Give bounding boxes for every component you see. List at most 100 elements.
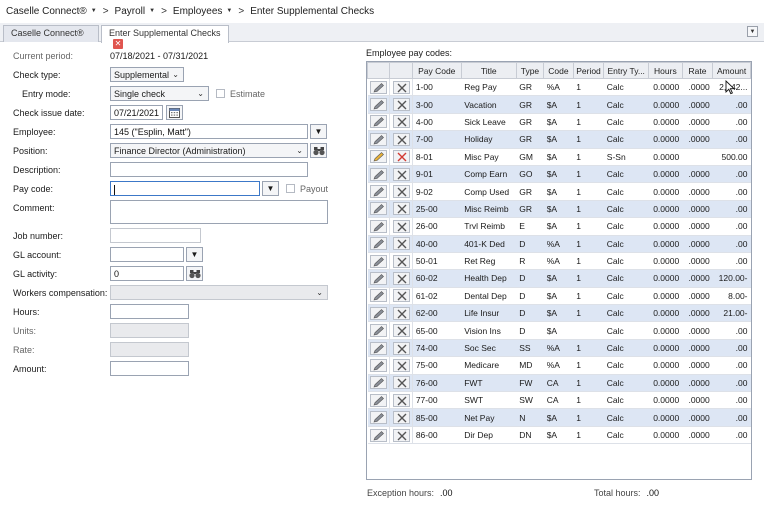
delete-x-icon[interactable] [392,132,410,146]
cell-title[interactable]: Dental Dep [461,287,517,306]
tab-list-dropdown-icon[interactable]: ▼ [747,26,758,37]
cell-period[interactable]: 1 [573,130,604,149]
cell-entry-type[interactable]: Calc [603,113,649,132]
cell-entry-type[interactable]: Calc [603,391,649,410]
delete-x-icon[interactable] [392,289,410,303]
cell-code[interactable]: $A [543,113,574,132]
cell-hours[interactable]: 0.0000 [648,148,683,166]
pencil-icon[interactable] [369,115,387,129]
workers-comp-select[interactable]: ⌄ [110,285,328,300]
pencil-icon[interactable] [369,202,387,216]
cell-rate[interactable]: .0000 [682,200,713,219]
cell-entry-type[interactable]: Calc [603,304,649,323]
chevron-down-icon[interactable]: ▼ [91,8,97,14]
cell-entry-type[interactable]: Calc [603,165,649,184]
cell-pay-code[interactable]: 65-00 [412,321,462,340]
pencil-icon[interactable] [369,306,387,320]
binoculars-icon[interactable] [310,143,327,158]
table-row[interactable]: 85-00 Net Pay N $A 1 Calc 0.0000.0000.00 [367,408,751,427]
cell-amount[interactable]: .00 [712,356,751,375]
cell-rate[interactable]: .0000 [682,426,713,445]
cell-entry-type[interactable]: S-Sn [603,148,649,166]
cell-title[interactable]: Medicare [461,356,517,375]
cell-entry-type[interactable]: Calc [603,339,649,358]
cell-type[interactable]: SS [516,339,544,358]
cell-hours[interactable]: 0.0000 [648,182,683,201]
cell-entry-type[interactable]: Calc [603,200,649,219]
delete-x-icon[interactable] [392,271,410,285]
delete-x-icon[interactable] [392,98,410,112]
table-row[interactable]: 74-00 Soc Sec SS %A 1 Calc 0.0000.0000.00 [367,339,751,358]
breadcrumb-item-payroll[interactable]: Payroll ▼ [115,6,156,17]
tab-caselle-connect[interactable]: Caselle Connect® [3,25,99,42]
table-row[interactable]: 25-00 Misc Reimb GR $A 1 Calc 0.0000.0000.00 [367,200,751,219]
cell-pay-code[interactable]: 4-00 [412,113,462,132]
cell-title[interactable]: Comp Used [461,182,517,201]
cell-period[interactable]: 1 [573,235,604,253]
estimate-checkbox[interactable] [216,89,225,98]
cell-rate[interactable]: .0000 [682,391,713,410]
cell-pay-code[interactable]: 75-00 [412,356,462,375]
comment-textarea[interactable] [110,200,328,224]
table-row[interactable]: 76-00 FWT FW CA 1 Calc 0.0000.0000.00 [367,374,751,393]
hours-input[interactable] [110,304,189,319]
table-row[interactable]: 26-00 Trvl Reimb E $A 1 Calc 0.0000.0000.00 [367,217,751,236]
cell-hours[interactable]: 0.0000 [648,391,683,410]
cell-period[interactable]: 1 [573,356,604,375]
cell-code[interactable]: %A [543,235,574,253]
cell-code[interactable]: $A [543,287,574,306]
cell-title[interactable]: Vision Ins [461,321,517,340]
column-header-amount[interactable]: Amount [712,62,751,79]
cell-period[interactable]: 1 [573,374,604,393]
cell-code[interactable]: $A [543,130,574,149]
cell-type[interactable]: D [516,321,544,340]
cell-amount[interactable]: .00 [712,130,751,149]
cell-title[interactable]: Misc Pay [461,148,517,166]
cell-title[interactable]: Holiday [461,130,517,149]
cell-pay-code[interactable]: 8-01 [412,148,462,166]
tab-enter-supplemental-checks[interactable]: Enter Supplemental Checks ✕ [101,25,229,49]
cell-pay-code[interactable]: 86-00 [412,426,462,445]
pay-code-input[interactable] [110,181,260,196]
cell-pay-code[interactable]: 61-02 [412,287,462,306]
cell-type[interactable]: R [516,252,544,271]
cell-type[interactable]: GM [516,148,544,166]
cell-hours[interactable]: 0.0000 [648,252,683,271]
cell-hours[interactable]: 0.0000 [648,165,683,184]
delete-x-icon[interactable] [392,202,410,216]
cell-amount[interactable]: 8.00- [712,287,751,306]
calendar-icon[interactable] [166,105,183,120]
cell-period[interactable]: 1 [573,391,604,410]
cell-rate[interactable]: .0000 [682,182,713,201]
cell-hours[interactable]: 0.0000 [648,78,683,97]
cell-type[interactable]: GR [516,113,544,132]
cell-code[interactable]: $A [543,304,574,323]
cell-rate[interactable]: .0000 [682,287,713,306]
cell-amount[interactable]: .00 [712,321,751,340]
delete-x-icon[interactable] [392,185,410,199]
cell-code[interactable]: $A [543,269,574,288]
cell-type[interactable]: D [516,287,544,306]
delete-x-icon[interactable] [392,80,410,94]
cell-pay-code[interactable]: 60-02 [412,269,462,288]
cell-type[interactable]: FW [516,374,544,393]
cell-entry-type[interactable]: Calc [603,321,649,340]
table-row[interactable]: 9-01 Comp Earn GO $A 1 Calc 0.0000.0000.00 [367,165,751,184]
column-header-type[interactable]: Type [515,62,545,79]
cell-title[interactable]: 401-K Ded [461,235,517,253]
gl-account-input[interactable] [110,247,184,262]
cell-hours[interactable]: 0.0000 [648,200,683,219]
cell-type[interactable]: MD [516,356,544,375]
cell-type[interactable]: D [516,235,544,253]
delete-x-icon[interactable] [392,115,410,129]
table-row[interactable]: 61-02 Dental Dep D $A 1 Calc 0.0000.0000 8.00- [367,287,751,306]
cell-amount[interactable]: .00 [712,113,751,132]
pencil-icon[interactable] [369,80,387,94]
cell-hours[interactable]: 0.0000 [648,426,683,445]
cell-code[interactable]: CA [543,374,574,393]
chevron-down-icon[interactable]: ▼ [226,8,232,14]
gl-account-dropdown-button[interactable]: ▼ [186,247,203,262]
pencil-icon[interactable] [369,341,387,355]
cell-pay-code[interactable]: 74-00 [412,339,462,358]
cell-entry-type[interactable]: Calc [603,374,649,393]
